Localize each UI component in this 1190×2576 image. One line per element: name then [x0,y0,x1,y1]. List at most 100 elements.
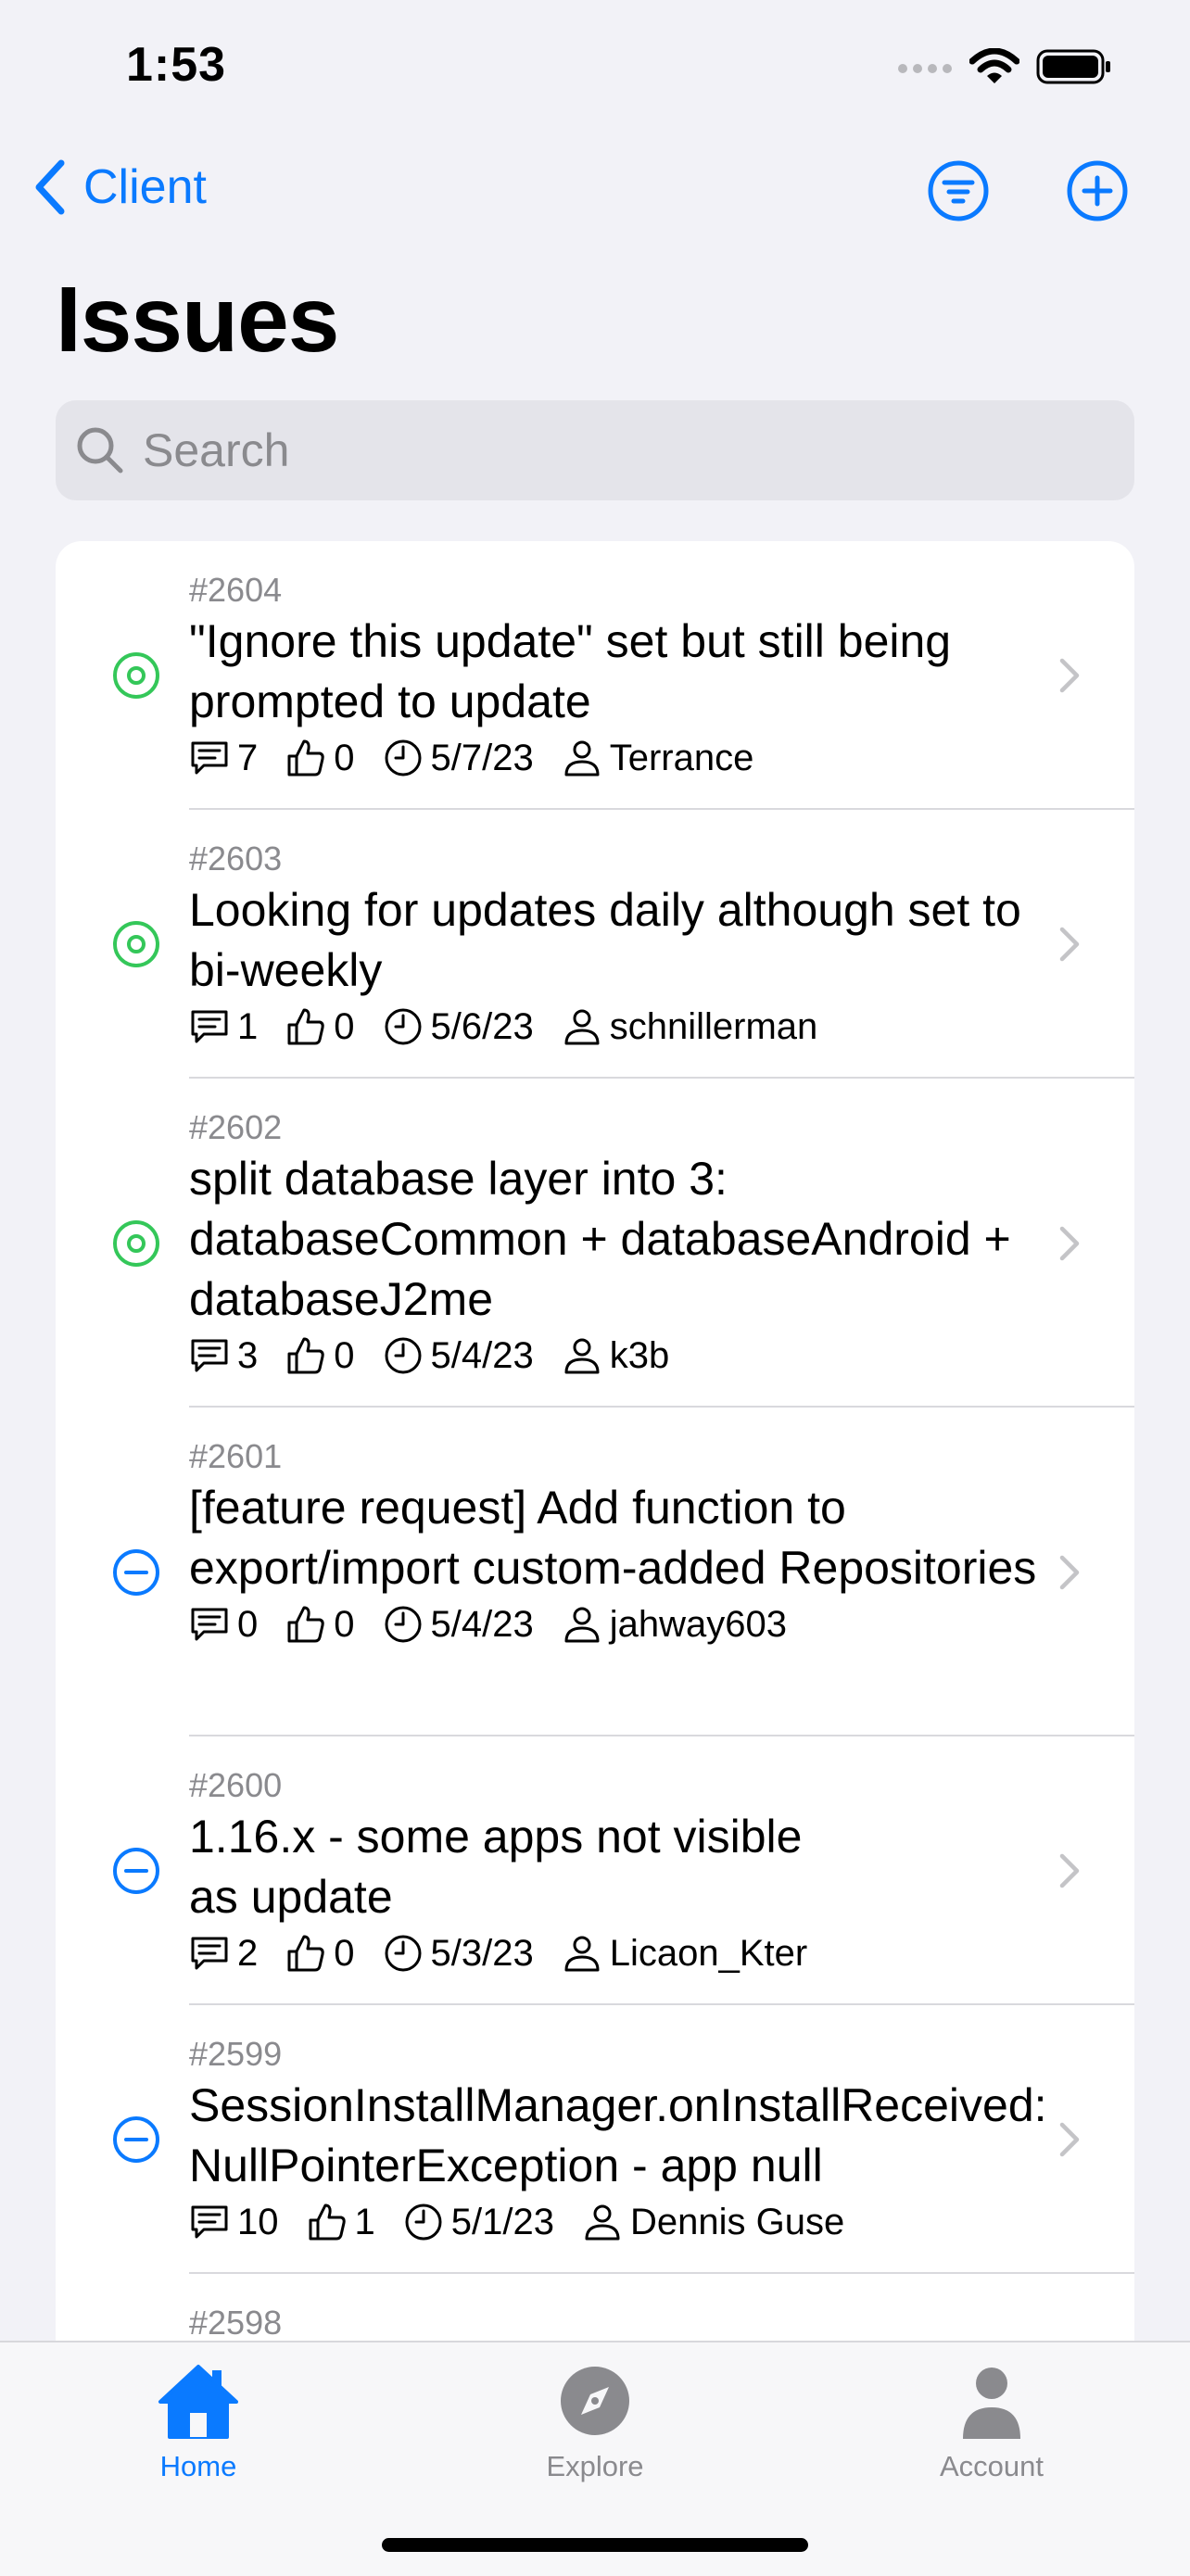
search-input[interactable] [141,423,1071,478]
search-icon [77,427,123,474]
add-issue-button[interactable] [1066,159,1129,222]
issue-date-value: 5/4/23 [430,1603,534,1645]
issue-meta: 1 0 5/6/23 schnillerman [189,1003,1079,1051]
tab-account[interactable]: Account [899,2361,1084,2483]
navigation-bar: Client [0,148,1190,232]
comment-count-value: 1 [237,1005,259,1047]
filter-button[interactable] [927,159,990,222]
comment-count: 10 [189,2202,279,2243]
comment-icon [191,2205,228,2239]
issue-list: #2604 "Ignore this update" set but still … [56,541,1134,2394]
issue-author-value: Terrance [609,737,754,778]
status-time: 1:53 [126,38,227,92]
house-icon [158,2365,238,2439]
compass-icon [561,2367,629,2435]
issue-number: #2604 [189,571,283,609]
issue-author: Licaon_Kter [562,1933,807,1975]
thumbs-up-icon [309,2203,346,2241]
issue-date: 5/3/23 [383,1933,534,1975]
clock-icon [385,739,421,777]
like-count: 0 [285,1932,355,1975]
open-issue-icon [113,921,159,967]
issue-author: Terrance [562,737,754,779]
back-button[interactable]: Client [33,159,207,215]
issue-meta: 7 0 5/7/23 Terrance [189,734,1079,782]
issue-meta: 10 1 5/1/23 Dennis Guse [189,2198,1079,2246]
thumbs-up-icon [287,1935,324,1972]
issue-title: [feature request] Add function to export… [189,1482,1037,1594]
tab-home[interactable]: Home [106,2361,291,2483]
issue-title: "Ignore this update" set but still being… [189,615,952,727]
clock-icon [385,1008,421,1045]
person-outline-icon [564,1009,600,1045]
issue-author-value: Dennis Guse [629,2201,845,2242]
person-icon [963,2368,1020,2439]
issue-number: #2600 [189,1766,283,1804]
issue-date: 5/6/23 [383,1006,534,1048]
issue-author-value: Licaon_Kter [609,1932,808,1974]
chevron-left-icon [35,159,65,215]
like-count-value: 0 [334,1603,355,1645]
like-count: 0 [285,1006,355,1048]
comment-icon [191,1608,228,1641]
issue-number: #2603 [189,840,283,878]
open-issue-icon [113,1219,159,1267]
issue-number: #2601 [189,1437,283,1475]
wifi-icon [969,48,1019,83]
tab-explore[interactable]: Explore [502,2361,688,2483]
issue-row[interactable]: #2604 "Ignore this update" set but still … [56,541,1134,810]
issue-row[interactable]: #2602 split database layer into 3: databa… [56,1079,1134,1408]
issue-row[interactable]: #2603 Looking for updates daily although … [56,810,1134,1079]
search-field[interactable] [56,400,1134,500]
comment-count: 1 [189,1006,258,1048]
issue-row[interactable]: #2601 [feature request] Add function to e… [56,1408,1134,1736]
add-circle-icon [1067,160,1128,221]
closed-issue-icon [113,1548,159,1596]
issue-number: #2598 [189,2304,283,2342]
issue-author: schnillerman [562,1005,818,1048]
issue-date: 5/4/23 [383,1335,534,1377]
filter-icon [928,160,989,221]
battery-icon [1036,49,1110,84]
issue-row[interactable]: #2600 1.16.x - some apps not visible as u… [56,1736,1134,2005]
issue-meta: 2 0 5/3/23 Licaon_Kter [189,1929,1079,1977]
tab-explore-label: Explore [546,2450,644,2482]
home-indicator [382,2538,808,2552]
issue-title: SessionInstallManager.onInstallReceived:… [189,2079,1047,2191]
status-bar: 1:53 [0,0,1190,130]
back-button-label: Client [83,160,207,214]
issue-title: split database layer into 3: databaseCom… [189,1153,1011,1325]
thumbs-up-icon [287,1606,324,1643]
comment-icon [191,741,228,775]
issue-content: #2600 1.16.x - some apps not visible as u… [189,1764,1079,1977]
person-outline-icon [585,2204,620,2241]
issue-row[interactable]: #2599 SessionInstallManager.onInstallRece… [56,2005,1134,2274]
issue-date-value: 5/4/23 [430,1334,534,1376]
issue-content: #2598 [189,2302,1079,2344]
comment-count-value: 2 [237,1932,259,1974]
clock-icon [385,1337,421,1374]
issue-date-value: 5/1/23 [450,2201,554,2242]
like-count-value: 0 [334,1932,355,1974]
signal-icon [898,64,952,73]
open-issue-icon [113,652,159,699]
thumbs-up-icon [287,1008,324,1045]
clock-icon [385,1935,421,1972]
issue-date-value: 5/3/23 [430,1932,534,1974]
like-count: 1 [307,2202,375,2243]
issue-author-value: schnillerman [609,1005,818,1047]
issue-content: #2601 [feature request] Add function to e… [189,1435,1079,1648]
thumbs-up-icon [287,739,324,777]
person-outline-icon [564,1936,600,1972]
issue-author: jahway603 [562,1604,787,1646]
person-outline-icon [564,740,600,777]
issue-meta: 3 0 5/4/23 k3b [189,1332,1079,1380]
like-count: 0 [285,1603,355,1646]
issue-author: Dennis Guse [582,2202,844,2243]
comment-count-value: 0 [237,1603,259,1645]
clock-icon [385,1606,421,1643]
issue-author: k3b [562,1335,669,1377]
closed-issue-icon [113,2116,159,2163]
issue-title: Looking for updates daily although set t… [189,884,1021,996]
status-icons [897,46,1112,87]
